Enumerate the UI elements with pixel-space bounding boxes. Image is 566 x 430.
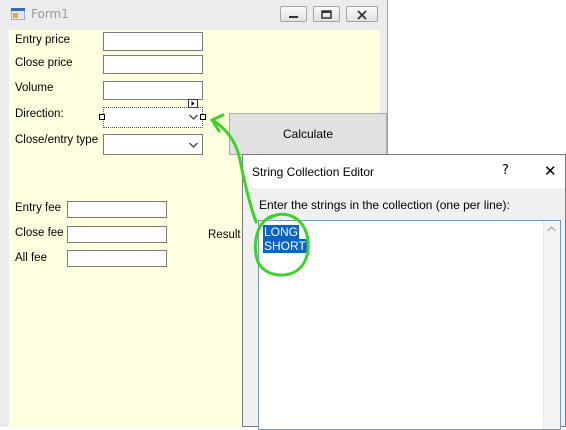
annotation-arrow-line (212, 119, 258, 224)
annotation-circle (253, 212, 310, 277)
green-annotation-overlay (210, 113, 310, 277)
